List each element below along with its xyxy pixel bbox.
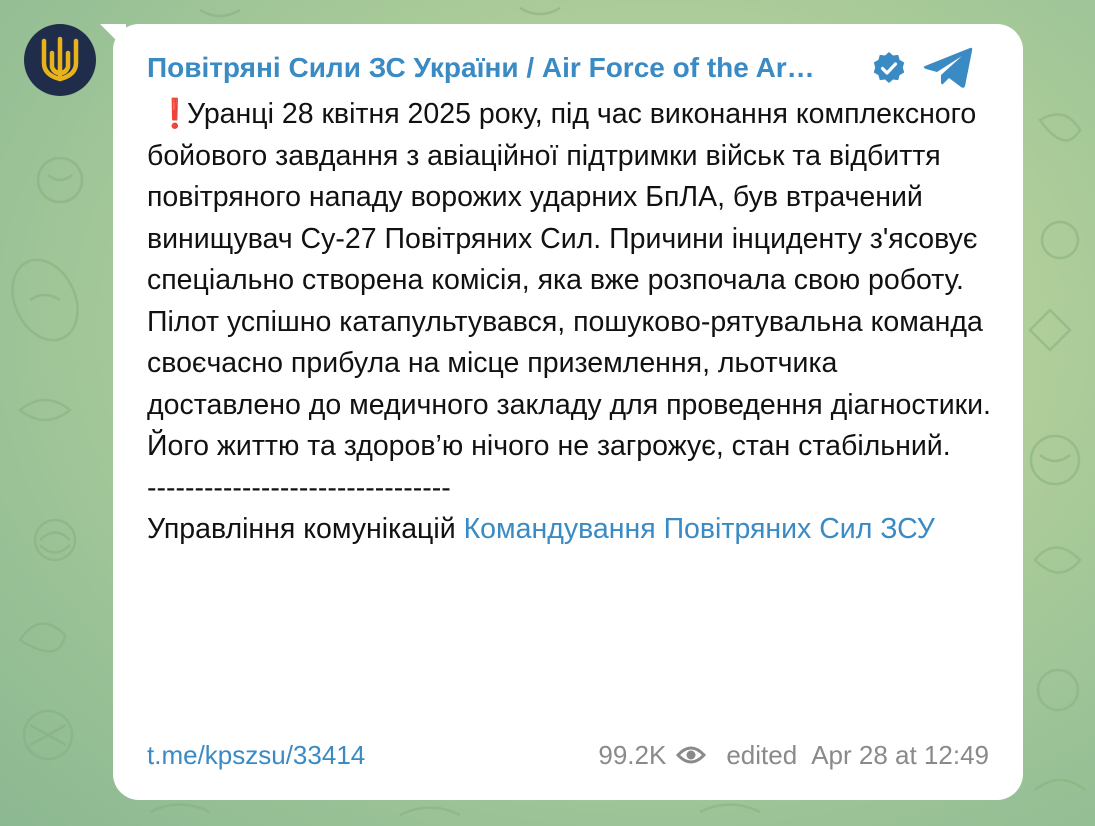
- signature-prefix: Управління комунікацій: [147, 513, 464, 545]
- exclamation-icon: ❗: [157, 98, 193, 130]
- trident-icon: [41, 36, 79, 82]
- paragraph-1-text: Уранці 28 квітня 2025 року, під час вико…: [147, 98, 978, 296]
- verified-badge-icon: [873, 52, 905, 83]
- eye-icon: [676, 746, 707, 764]
- channel-name[interactable]: Повітряні Сили ЗС України / Air Force of…: [147, 52, 862, 84]
- view-count: 99.2K: [598, 739, 667, 770]
- message-header: Повітряні Сили ЗС України / Air Force of…: [147, 47, 989, 88]
- channel-avatar[interactable]: [24, 24, 96, 96]
- message-signature: Управління комунікацій Командування Пові…: [147, 509, 997, 551]
- message-bubble: Повітряні Сили ЗС України / Air Force of…: [113, 24, 1023, 800]
- message-divider: --------------------------------: [147, 471, 451, 504]
- post-link[interactable]: t.me/kpszsu/33414: [147, 740, 365, 771]
- message-paragraph-2: Пілот успішно катапультувався, пошуково-…: [147, 305, 991, 463]
- message-paragraph-1: ❗Уранці 28 квітня 2025 року, під час вик…: [147, 94, 997, 302]
- telegram-icon[interactable]: [922, 46, 974, 90]
- message-footer: t.me/kpszsu/33414 99.2K edited Apr 28 at…: [147, 737, 989, 773]
- signature-link[interactable]: Командування Повітряних Сил ЗСУ: [464, 513, 935, 545]
- message-timestamp: Apr 28 at 12:49: [811, 739, 989, 770]
- message-text: ❗Уранці 28 квітня 2025 року, під час вик…: [147, 94, 997, 551]
- edited-label: edited: [726, 739, 798, 770]
- message-meta: 99.2K edited Apr 28 at 12:49: [598, 740, 989, 771]
